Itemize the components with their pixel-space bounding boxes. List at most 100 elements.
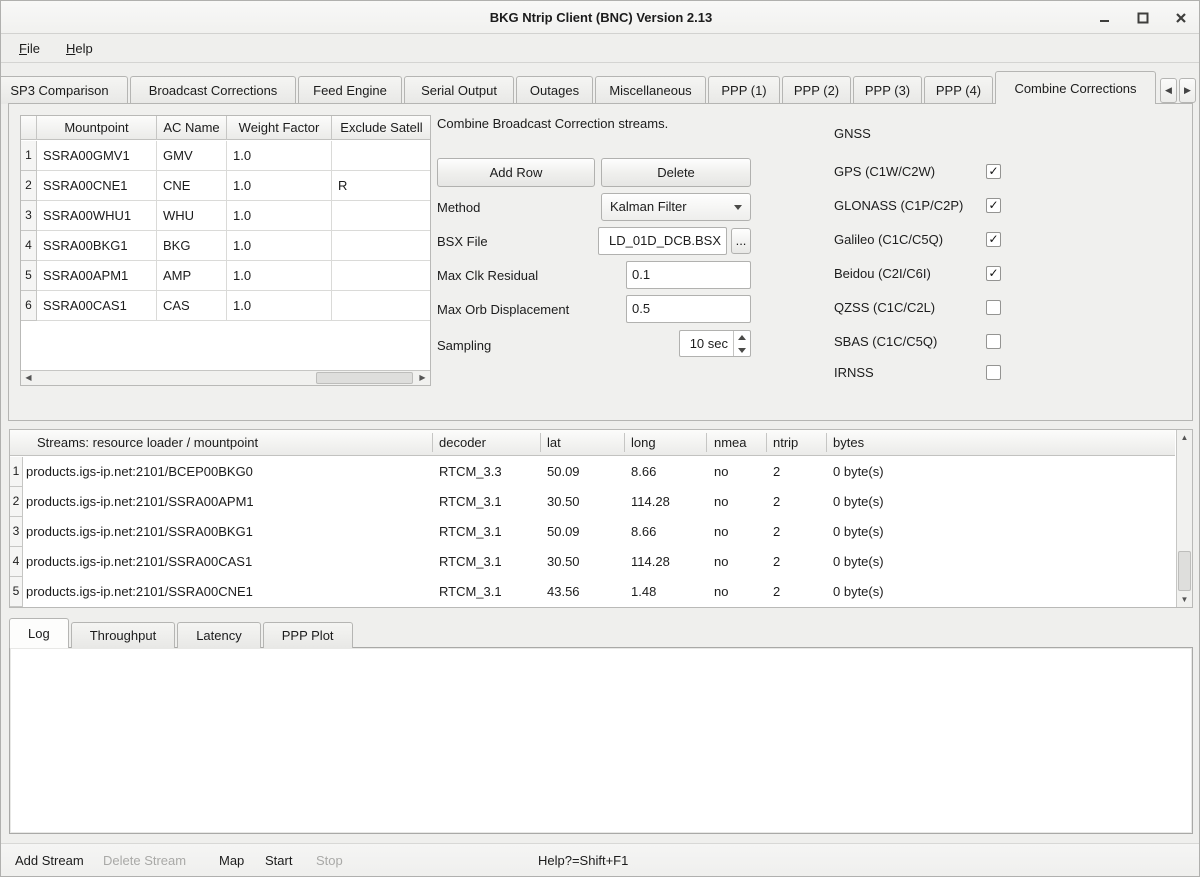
cell-bytes[interactable]: 0 byte(s) (833, 577, 884, 606)
col-header-bytes[interactable]: bytes (833, 430, 864, 455)
tab-throughput[interactable]: Throughput (71, 622, 176, 648)
cell[interactable]: 1.0 (227, 141, 332, 171)
cell-bytes[interactable]: 0 byte(s) (833, 457, 884, 486)
col-header-lat[interactable]: lat (547, 430, 561, 455)
method-select[interactable]: Kalman Filter (601, 193, 751, 221)
spin-down-icon[interactable] (734, 344, 750, 356)
cell[interactable]: 1.0 (227, 231, 332, 261)
cell-nmea[interactable]: no (714, 517, 728, 546)
close-icon[interactable] (1169, 6, 1193, 30)
tab-ppp-plot[interactable]: PPP Plot (263, 622, 353, 648)
cell-mountpoint[interactable]: products.igs-ip.net:2101/SSRA00BKG1 (26, 517, 253, 546)
col-header-mountpoint[interactable]: Mountpoint (37, 116, 157, 140)
col-header-exclude-satell[interactable]: Exclude Satell (332, 116, 431, 140)
menu-item-file[interactable]: File (13, 38, 46, 59)
minimize-icon[interactable] (1093, 6, 1117, 30)
cell-ntrip[interactable]: 2 (773, 547, 780, 576)
col-header-ntrip[interactable]: ntrip (773, 430, 798, 455)
tab-broadcast-corrections[interactable]: Broadcast Corrections (130, 76, 296, 104)
cell[interactable]: CNE (157, 171, 227, 201)
col-header-decoder[interactable]: decoder (439, 430, 486, 455)
cell-lat[interactable]: 50.09 (547, 517, 580, 546)
cell-nmea[interactable]: no (714, 547, 728, 576)
help-shortcut-button[interactable]: Help?=Shift+F1 (538, 844, 628, 877)
tab-scroll-right-icon[interactable]: ▶ (1179, 78, 1196, 103)
cell[interactable] (332, 141, 431, 171)
checkbox-glonass[interactable]: ✓ (986, 198, 1001, 213)
cell-long[interactable]: 114.28 (631, 487, 670, 516)
cell-mountpoint[interactable]: products.igs-ip.net:2101/SSRA00APM1 (26, 487, 254, 516)
stream-row[interactable]: 1products.igs-ip.net:2101/BCEP00BKG0RTCM… (10, 457, 1175, 487)
hscroll-thumb[interactable] (316, 372, 413, 384)
checkbox-qzss[interactable] (986, 300, 1001, 315)
table-row[interactable]: 5SSRA00APM1AMP1.0 (21, 261, 430, 291)
scroll-down-icon[interactable]: ▼ (1177, 592, 1192, 607)
table-row[interactable]: 4SSRA00BKG1BKG1.0 (21, 231, 430, 261)
bsx-browse-button[interactable]: ... (731, 228, 751, 254)
menu-item-help[interactable]: Help (60, 38, 99, 59)
cell-mountpoint[interactable]: products.igs-ip.net:2101/SSRA00CAS1 (26, 547, 252, 576)
cell-lat[interactable]: 43.56 (547, 577, 580, 606)
cell-ntrip[interactable]: 2 (773, 487, 780, 516)
cell-mountpoint[interactable]: products.igs-ip.net:2101/BCEP00BKG0 (26, 457, 253, 486)
sampling-spinner[interactable]: 10 sec (679, 330, 751, 357)
table-row[interactable]: 6SSRA00CAS1CAS1.0 (21, 291, 430, 321)
tab-miscellaneous[interactable]: Miscellaneous (595, 76, 706, 104)
cell-lat[interactable]: 50.09 (547, 457, 580, 486)
tab-feed-engine[interactable]: Feed Engine (298, 76, 402, 104)
cell-nmea[interactable]: no (714, 457, 728, 486)
cell[interactable]: BKG (157, 231, 227, 261)
cell-nmea[interactable]: no (714, 577, 728, 606)
cell[interactable]: 1.0 (227, 291, 332, 321)
table-row[interactable]: 1SSRA00GMV1GMV1.0 (21, 141, 430, 171)
cell[interactable]: SSRA00CNE1 (37, 171, 157, 201)
cell[interactable]: SSRA00GMV1 (37, 141, 157, 171)
tab-sp3-comparison[interactable]: SP3 Comparison (0, 76, 128, 104)
cell-decoder[interactable]: RTCM_3.1 (439, 517, 502, 546)
cell-decoder[interactable]: RTCM_3.1 (439, 547, 502, 576)
cell-decoder[interactable]: RTCM_3.3 (439, 457, 502, 486)
cell-decoder[interactable]: RTCM_3.1 (439, 487, 502, 516)
vscroll-thumb[interactable] (1178, 551, 1191, 591)
maximize-icon[interactable] (1131, 6, 1155, 30)
tab-ppp-1-[interactable]: PPP (1) (708, 76, 780, 104)
cell[interactable] (332, 291, 431, 321)
map-button[interactable]: Map (219, 844, 244, 877)
cell-bytes[interactable]: 0 byte(s) (833, 487, 884, 516)
stream-row[interactable]: 2 products.igs-ip.net:2101/SSRA00APM1 RTCM… (10, 487, 1175, 517)
cell-nmea[interactable]: no (714, 487, 728, 516)
cell[interactable] (332, 261, 431, 291)
stream-row[interactable]: 4products.igs-ip.net:2101/SSRA00CAS1RTCM… (10, 547, 1175, 577)
add-row-button[interactable]: Add Row (437, 158, 595, 187)
col-header-weight-factor[interactable]: Weight Factor (227, 116, 332, 140)
tab-serial-output[interactable]: Serial Output (404, 76, 514, 104)
delete-button[interactable]: Delete (601, 158, 751, 187)
cell[interactable]: 1.0 (227, 201, 332, 231)
cell[interactable]: 1.0 (227, 261, 332, 291)
tab-log[interactable]: Log (9, 618, 69, 648)
scroll-right-icon[interactable]: ▶ (415, 371, 430, 385)
cell-long[interactable]: 114.28 (631, 547, 670, 576)
cell-bytes[interactable]: 0 byte(s) (833, 547, 884, 576)
cell[interactable]: SSRA00CAS1 (37, 291, 157, 321)
streams-vscrollbar[interactable]: ▲ ▼ (1176, 430, 1192, 607)
scroll-left-icon[interactable]: ◀ (21, 371, 36, 385)
cell-long[interactable]: 1.48 (631, 577, 656, 606)
tab-ppp-3-[interactable]: PPP (3) (853, 76, 922, 104)
cell[interactable]: CAS (157, 291, 227, 321)
cell[interactable] (332, 231, 431, 261)
cell-ntrip[interactable]: 2 (773, 577, 780, 606)
cell-long[interactable]: 8.66 (631, 457, 656, 486)
spin-up-icon[interactable] (734, 331, 750, 343)
cell-lat[interactable]: 30.50 (547, 547, 580, 576)
checkbox-galileo[interactable]: ✓ (986, 232, 1001, 247)
cell[interactable]: AMP (157, 261, 227, 291)
cell[interactable]: SSRA00BKG1 (37, 231, 157, 261)
tab-combine-corrections[interactable]: Combine Corrections (995, 71, 1156, 104)
weights-table-hscrollbar[interactable]: ◀ ▶ (21, 370, 430, 385)
stream-row[interactable]: 3products.igs-ip.net:2101/SSRA00BKG1RTCM… (10, 517, 1175, 547)
col-header-nmea[interactable]: nmea (714, 430, 747, 455)
cell[interactable] (332, 201, 431, 231)
cell-decoder[interactable]: RTCM_3.1 (439, 577, 502, 606)
cell-ntrip[interactable]: 2 (773, 517, 780, 546)
